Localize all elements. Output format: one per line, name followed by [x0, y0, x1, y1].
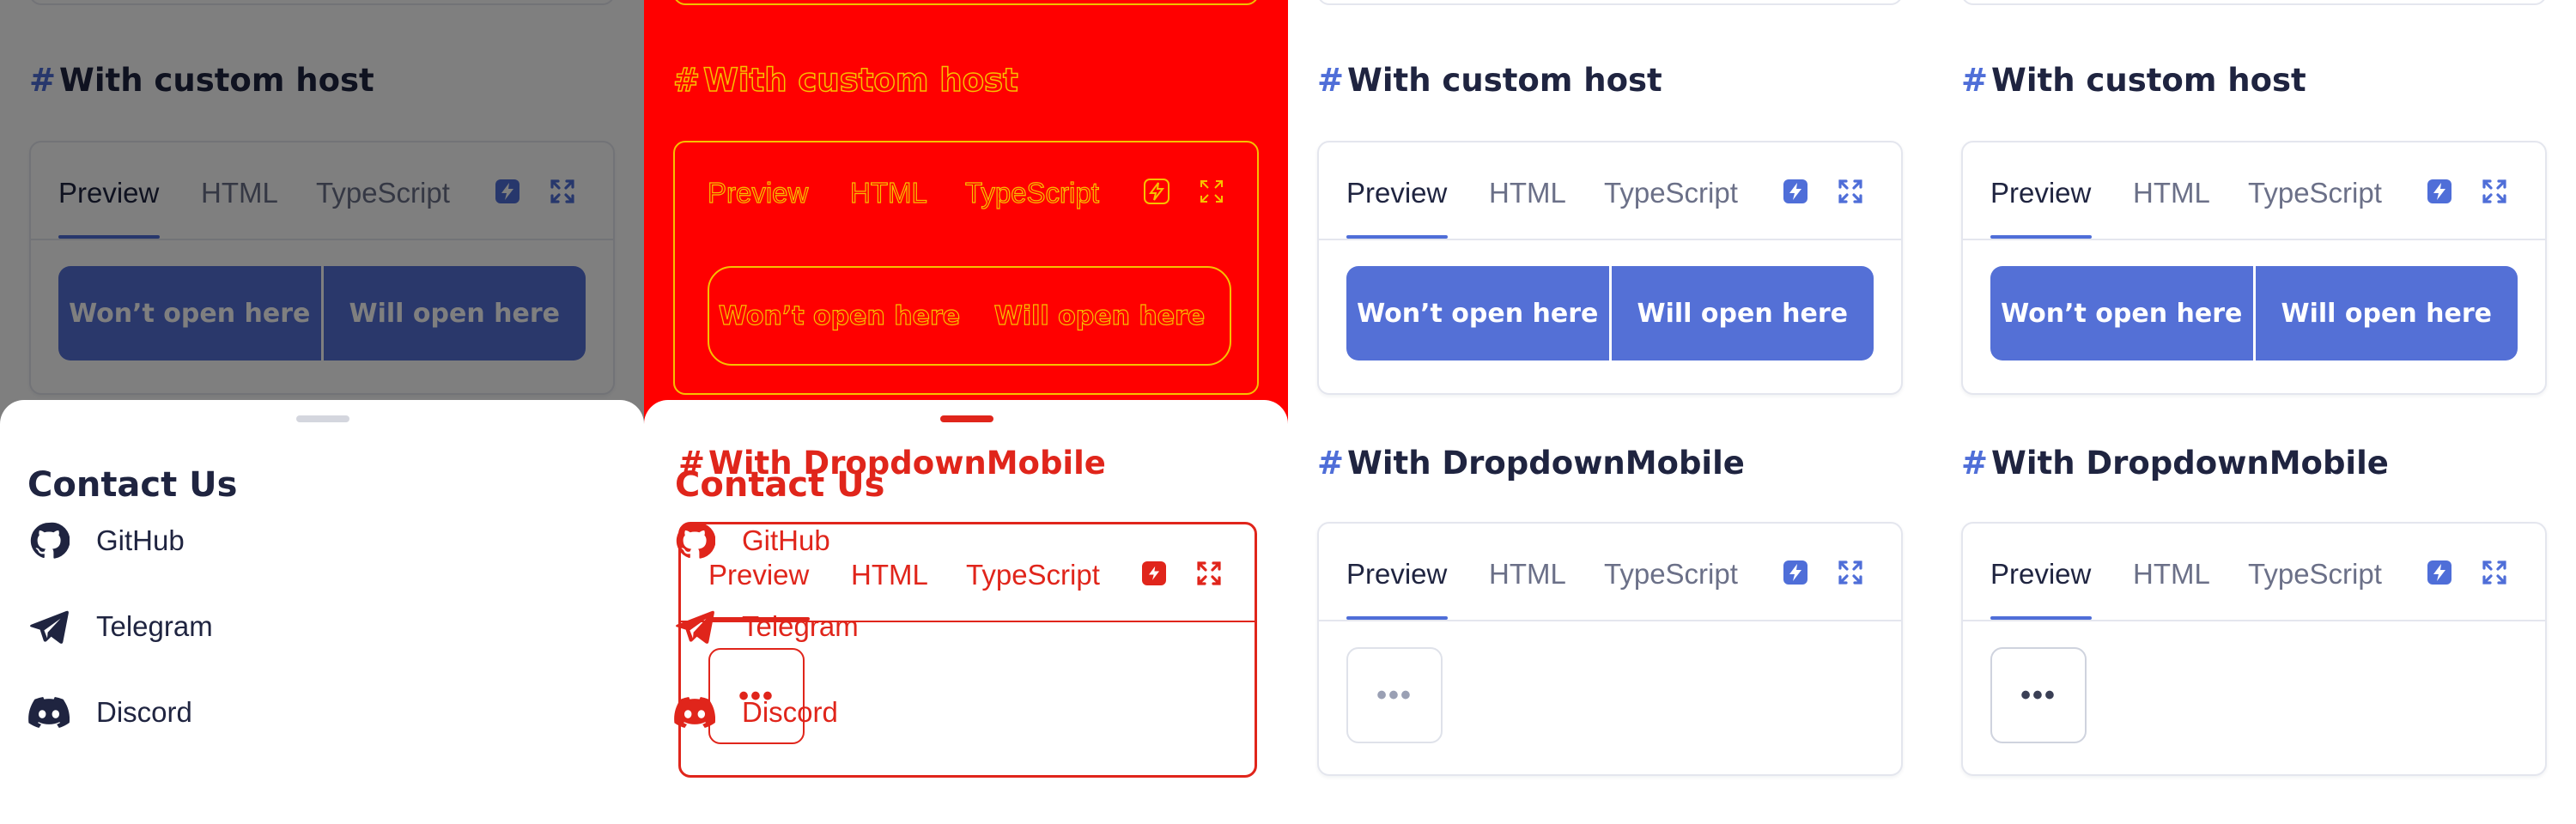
previous-card [1317, 0, 1903, 5]
fullscreen-icon[interactable] [1194, 559, 1224, 588]
wont-open-button[interactable]: Won’t open here [709, 268, 969, 364]
stackblitz-icon[interactable] [1142, 177, 1171, 206]
wont-open-button[interactable]: Won’t open here [1990, 266, 2253, 360]
anchor-hash[interactable]: # [1317, 62, 1344, 99]
demo-tabs: Preview HTML TypeScript [675, 142, 1257, 240]
tab-typescript[interactable]: TypeScript [966, 559, 1100, 591]
stackblitz-icon[interactable] [2425, 558, 2454, 587]
fullscreen-icon[interactable] [2480, 177, 2509, 206]
panel-normal-b: # With custom host Preview HTML TypeScrip… [1932, 0, 2576, 824]
section-title-dropdown-mobile: # With DropdownMobile [1961, 445, 2389, 482]
fullscreen-icon[interactable] [2480, 558, 2509, 587]
sheet-drag-handle[interactable] [296, 415, 349, 422]
button-group: Won’t open here Will open here [1990, 266, 2518, 360]
github-icon [27, 519, 70, 562]
section-title-custom-host: #With custom host [672, 61, 1018, 100]
demo-card-dropdown-mobile: Preview HTML TypeScript ••• [678, 522, 1257, 778]
contact-label: Discord [96, 696, 192, 728]
fullscreen-icon[interactable] [1836, 177, 1865, 206]
demo-card-custom-host: Preview HTML TypeScript Won’t open here … [1317, 141, 1903, 395]
discord-icon [27, 691, 70, 734]
tab-html[interactable]: HTML [849, 176, 927, 209]
tab-html[interactable]: HTML [1489, 558, 1566, 591]
demo-tabs: Preview HTML TypeScript [1963, 142, 2545, 240]
telegram-icon [27, 605, 70, 648]
section-title-dropdown-mobile: # With DropdownMobile [1317, 445, 1745, 482]
tab-preview[interactable]: Preview [1346, 558, 1447, 591]
demo-card-dropdown-mobile: Preview HTML TypeScript ••• [1317, 522, 1903, 776]
tab-preview[interactable]: Preview [708, 559, 809, 591]
tab-html[interactable]: HTML [1489, 177, 1566, 209]
tab-typescript[interactable]: TypeScript [2248, 177, 2382, 209]
tab-typescript[interactable]: TypeScript [964, 176, 1099, 209]
demo-card-dropdown-mobile: Preview HTML TypeScript ••• [1961, 522, 2547, 776]
sheet-drag-handle[interactable] [940, 415, 993, 422]
demo-tabs: Preview HTML TypeScript [1319, 524, 1901, 621]
demo-card-custom-host: Preview HTML TypeScript Won’t open here … [1961, 141, 2547, 395]
stackblitz-icon[interactable] [1139, 559, 1169, 588]
stackblitz-icon[interactable] [1781, 177, 1810, 206]
stage: #With custom host Preview HTML TypeScrip… [0, 0, 2576, 824]
previous-card [1961, 0, 2547, 5]
section-title-dropdown-mobile: # With DropdownMobile [678, 445, 1106, 482]
tab-indicator [1990, 616, 2092, 620]
panel-sheet-open: #With custom host Preview HTML TypeScrip… [0, 0, 644, 824]
demo-tabs: Preview HTML TypeScript [1319, 142, 1901, 240]
tab-preview[interactable]: Preview [1990, 177, 2091, 209]
contact-item-github[interactable]: GitHub [27, 515, 185, 566]
stackblitz-icon[interactable] [2425, 177, 2454, 206]
fullscreen-icon[interactable] [1197, 177, 1226, 206]
tab-preview[interactable]: Preview [1990, 558, 2091, 591]
wont-open-button[interactable]: Won’t open here [1346, 266, 1609, 360]
tab-preview[interactable]: Preview [1346, 177, 1447, 209]
will-open-button[interactable]: Will open here [2252, 266, 2518, 360]
section-title-custom-host: #With custom host [1317, 62, 1662, 99]
tab-indicator [1990, 235, 2092, 239]
will-open-button[interactable]: Will open here [969, 268, 1230, 364]
demo-tabs: Preview HTML TypeScript [1963, 524, 2545, 621]
more-button[interactable]: ••• [1990, 647, 2087, 743]
tab-html[interactable]: HTML [851, 559, 928, 591]
contact-label: GitHub [96, 524, 185, 556]
button-group: Won’t open here Will open here [1346, 266, 1874, 360]
previous-card [673, 0, 1259, 5]
tab-html[interactable]: HTML [2133, 558, 2210, 591]
demo-tabs: Preview HTML TypeScript [681, 524, 1255, 622]
section-title-custom-host: #With custom host [1961, 62, 2306, 99]
stackblitz-icon[interactable] [1781, 558, 1810, 587]
tab-preview[interactable]: Preview [707, 176, 809, 209]
panel-normal-a: # With custom host Preview HTML TypeScrip… [1288, 0, 1932, 824]
anchor-hash[interactable]: # [1317, 445, 1344, 482]
anchor-hash[interactable]: # [1961, 62, 1988, 99]
will-open-button[interactable]: Will open here [1608, 266, 1874, 360]
panel-diff-overlay: # With custom host Preview HTML TypeScrip… [644, 0, 1288, 824]
contact-item-telegram[interactable]: Telegram [27, 601, 213, 652]
more-button[interactable]: ••• [1346, 647, 1443, 743]
tab-html[interactable]: HTML [2133, 177, 2210, 209]
sheet-title: Contact Us [27, 465, 238, 505]
contact-item-discord[interactable]: Discord [27, 687, 192, 738]
tab-indicator [708, 617, 810, 621]
tab-indicator [1346, 616, 1448, 620]
contact-sheet: Contact Us GitHub Telegram Discord [0, 400, 644, 824]
demo-card-custom-host: Preview HTML TypeScript Won’t open here … [673, 141, 1259, 395]
tab-typescript[interactable]: TypeScript [1604, 177, 1738, 209]
more-button[interactable]: ••• [708, 648, 805, 744]
anchor-hash[interactable]: # [1961, 445, 1988, 482]
button-group: Won’t open here Will open here [708, 266, 1231, 366]
tab-indicator [1346, 235, 1448, 239]
contact-label: Telegram [96, 610, 213, 642]
fullscreen-icon[interactable] [1836, 558, 1865, 587]
tab-typescript[interactable]: TypeScript [2248, 558, 2382, 591]
tab-typescript[interactable]: TypeScript [1604, 558, 1738, 591]
